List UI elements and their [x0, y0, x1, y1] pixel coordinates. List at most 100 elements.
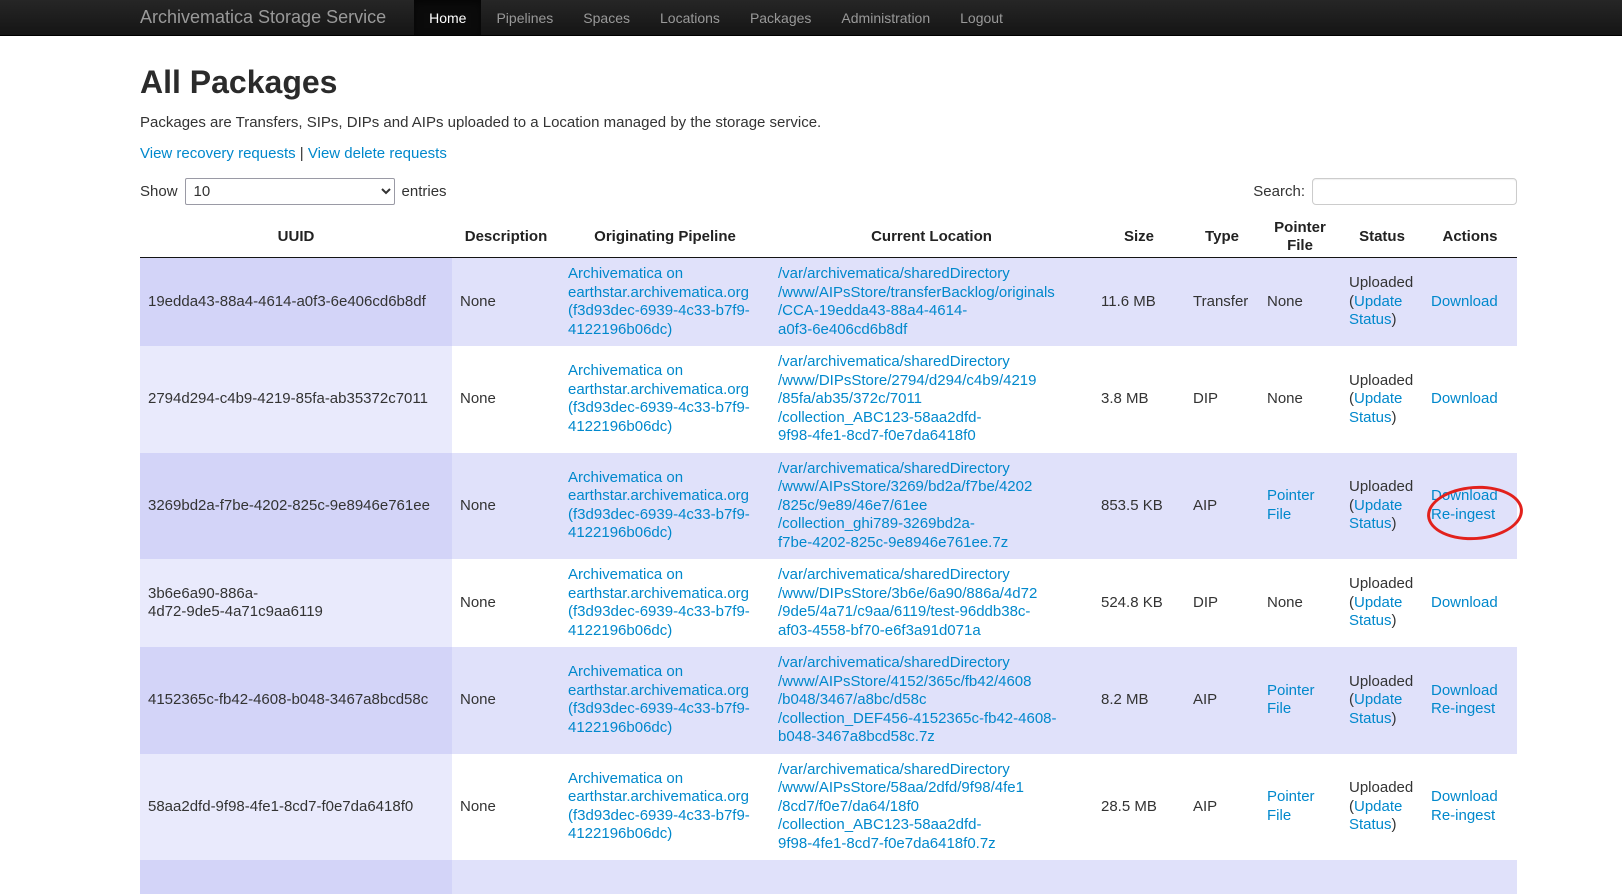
- size-cell: 524.8 KB: [1093, 559, 1185, 647]
- type-cell: DIP: [1185, 559, 1259, 647]
- pipeline-link[interactable]: Archivematica on earthstar.archivematica…: [568, 362, 750, 435]
- status-cell: Uploaded (Update Status): [1341, 647, 1423, 754]
- table-row: 3269bd2a-f7be-4202-825c-9e8946e761ee Non…: [140, 453, 1517, 560]
- status-cell: Uploaded (Update Status): [1341, 346, 1423, 453]
- column-header-size[interactable]: Size: [1093, 217, 1185, 258]
- pointer-file-cell: Pointer File: [1259, 647, 1341, 754]
- pipeline-link[interactable]: Archivematica on earthstar.archivematica…: [568, 469, 750, 542]
- pipeline-link[interactable]: Archivematica on earthstar.archivematica…: [568, 663, 750, 736]
- type-cell: AIP: [1185, 754, 1259, 861]
- size-cell: 11.6 MB: [1093, 258, 1185, 347]
- download-link[interactable]: Download: [1431, 788, 1509, 807]
- size-cell: 3.8 MB: [1093, 346, 1185, 453]
- pipeline-link[interactable]: Archivematica on earthstar.archivematica…: [568, 566, 750, 639]
- download-link[interactable]: Download: [1431, 487, 1509, 506]
- nav-item-packages[interactable]: Packages: [735, 0, 826, 35]
- column-header-pointer-file[interactable]: Pointer File: [1259, 217, 1341, 258]
- status-cell: Uploaded (Update Status): [1341, 453, 1423, 560]
- nav-item-locations[interactable]: Locations: [645, 0, 735, 35]
- column-header-originating-pipeline[interactable]: Originating Pipeline: [560, 217, 770, 258]
- table-row: 2794d294-c4b9-4219-85fa-ab35372c7011 Non…: [140, 346, 1517, 453]
- pipeline-cell: Archivematica on earthstar.archivematica…: [560, 453, 770, 560]
- navbar: Archivematica Storage Service Home Pipel…: [0, 0, 1622, 36]
- actions-cell: DownloadRe-ingest: [1423, 647, 1517, 754]
- main-content: All Packages Packages are Transfers, SIP…: [140, 64, 1517, 894]
- pipeline-cell: Archivematica on earthstar.archivematica…: [560, 258, 770, 347]
- pipeline-cell: Archivematica on earthstar.archivematica…: [560, 647, 770, 754]
- pointer-file-link[interactable]: Pointer File: [1267, 682, 1315, 718]
- reingest-link[interactable]: Re-ingest: [1431, 700, 1509, 719]
- reingest-link[interactable]: Re-ingest: [1431, 807, 1509, 826]
- request-links: View recovery requests | View delete req…: [140, 144, 1517, 163]
- pointer-file-link[interactable]: Pointer File: [1267, 788, 1315, 824]
- pointer-file-cell: None: [1259, 346, 1341, 453]
- column-header-uuid[interactable]: UUID: [140, 217, 452, 258]
- pointer-file-text: None: [1267, 293, 1303, 310]
- location-link[interactable]: /var/archivematica/sharedDirectory/www/A…: [778, 460, 1085, 553]
- description-cell: None: [452, 559, 560, 647]
- table-row: 3b6e6a90-886a-4d72-9de5-4a71c9aa6119 Non…: [140, 559, 1517, 647]
- nav-item-spaces[interactable]: Spaces: [568, 0, 645, 35]
- nav-item-logout[interactable]: Logout: [945, 0, 1018, 35]
- nav-item-pipelines[interactable]: Pipelines: [481, 0, 568, 35]
- pointer-file-cell: None: [1259, 559, 1341, 647]
- show-label: Show: [140, 183, 178, 200]
- description-cell: None: [452, 754, 560, 861]
- location-cell: /var/archivematica/sharedDirectory/www/D…: [770, 346, 1093, 453]
- size-cell: 28.5 MB: [1093, 754, 1185, 861]
- description-cell: None: [452, 258, 560, 347]
- type-cell: Transfer: [1185, 258, 1259, 347]
- page-size-select[interactable]: 10: [185, 178, 395, 205]
- pipeline-link[interactable]: Archivematica on earthstar.archivematica…: [568, 265, 750, 338]
- column-header-actions[interactable]: Actions: [1423, 217, 1517, 258]
- column-header-current-location[interactable]: Current Location: [770, 217, 1093, 258]
- show-entries-control: Show 10 entries: [140, 178, 447, 205]
- uuid-cell: 3b6e6a90-886a-4d72-9de5-4a71c9aa6119: [140, 559, 452, 647]
- entries-label: entries: [402, 183, 447, 200]
- location-link[interactable]: /var/archivematica/sharedDirectory/www/A…: [778, 654, 1085, 747]
- type-cell: AIP: [1185, 647, 1259, 754]
- page-description: Packages are Transfers, SIPs, DIPs and A…: [140, 113, 1517, 132]
- table-controls: Show 10 entries Search:: [140, 177, 1517, 205]
- download-link[interactable]: Download: [1431, 390, 1509, 409]
- search-control: Search:: [1253, 178, 1517, 205]
- nav-item-administration[interactable]: Administration: [826, 0, 945, 35]
- view-recovery-requests-link[interactable]: View recovery requests: [140, 145, 296, 162]
- pipeline-link[interactable]: Archivematica on earthstar.archivematica…: [568, 770, 750, 843]
- location-link[interactable]: /var/archivematica/sharedDirectory/www/A…: [778, 761, 1085, 854]
- download-link[interactable]: Download: [1431, 293, 1509, 312]
- download-link[interactable]: Download: [1431, 594, 1509, 613]
- reingest-link[interactable]: Re-ingest: [1431, 506, 1509, 525]
- size-cell: 853.5 KB: [1093, 453, 1185, 560]
- uuid-cell: 3269bd2a-f7be-4202-825c-9e8946e761ee: [140, 453, 452, 560]
- app-brand: Archivematica Storage Service: [140, 0, 414, 35]
- description-cell: None: [452, 346, 560, 453]
- search-input[interactable]: [1312, 178, 1517, 205]
- actions-cell: Download: [1423, 346, 1517, 453]
- column-header-type[interactable]: Type: [1185, 217, 1259, 258]
- nav-item-home[interactable]: Home: [414, 0, 481, 35]
- location-link[interactable]: /var/archivematica/sharedDirectory/www/A…: [778, 265, 1085, 339]
- actions-cell: Download: [1423, 258, 1517, 347]
- uuid-cell: 58aa2dfd-9f98-4fe1-8cd7-f0e7da6418f0: [140, 754, 452, 861]
- status-cell: Uploaded (Update Status): [1341, 754, 1423, 861]
- column-header-description[interactable]: Description: [452, 217, 560, 258]
- location-cell: /var/archivematica/sharedDirectory/www/A…: [770, 754, 1093, 861]
- link-separator: |: [300, 145, 304, 162]
- type-cell: AIP: [1185, 453, 1259, 560]
- column-header-status[interactable]: Status: [1341, 217, 1423, 258]
- location-cell: /var/archivematica/sharedDirectory/www/D…: [770, 559, 1093, 647]
- description-cell: None: [452, 647, 560, 754]
- description-cell: None: [452, 453, 560, 560]
- download-link[interactable]: Download: [1431, 682, 1509, 701]
- location-cell: /var/archivematica/sharedDirectory/www/A…: [770, 647, 1093, 754]
- location-cell: /var/archivematica/sharedDirectory/www/A…: [770, 453, 1093, 560]
- actions-cell: DownloadRe-ingest: [1423, 453, 1517, 560]
- pointer-file-link[interactable]: Pointer File: [1267, 487, 1315, 523]
- location-link[interactable]: /var/archivematica/sharedDirectory/www/D…: [778, 566, 1085, 640]
- location-link[interactable]: /var/archivematica/sharedDirectory/www/D…: [778, 353, 1085, 446]
- pointer-file-cell: Pointer File: [1259, 754, 1341, 861]
- view-delete-requests-link[interactable]: View delete requests: [308, 145, 447, 162]
- search-label: Search:: [1253, 183, 1305, 200]
- table-row-partial: [140, 860, 1517, 894]
